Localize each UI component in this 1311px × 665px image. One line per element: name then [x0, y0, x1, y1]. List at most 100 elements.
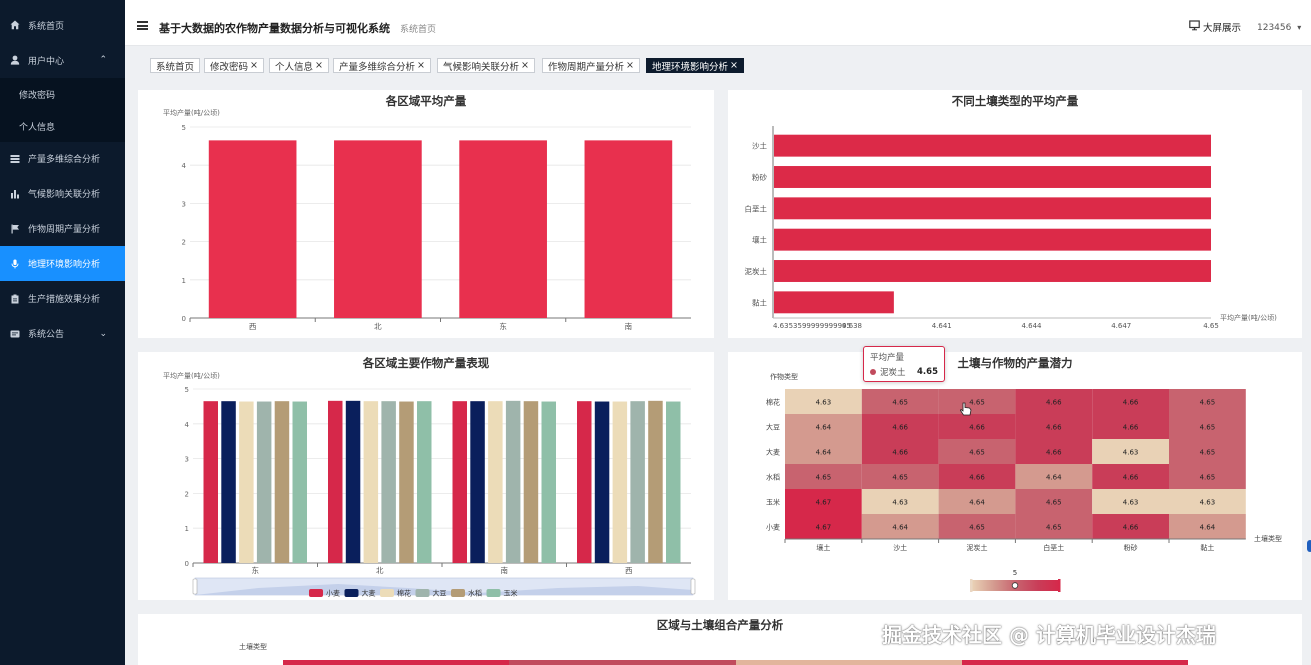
legend-swatch-玉米 [486, 589, 501, 597]
visual-map-indicator [1011, 582, 1019, 589]
cell-value: 4.66 [1046, 449, 1062, 457]
cell-value: 4.67 [816, 499, 832, 507]
y-tick-label: 水稻 [766, 473, 780, 482]
tab-home[interactable]: 系统首页 [150, 58, 201, 73]
tab-geo-analysis[interactable]: 地理环境影响分析 × [646, 58, 744, 73]
sidebar-item-label: 气候影响关联分析 [28, 190, 101, 200]
sidebar-item-label: 系统首页 [28, 21, 65, 32]
x-tick-label: 4.641 [932, 322, 952, 330]
x-tick-label: 4.65 [1203, 322, 1219, 330]
bar-南 [584, 140, 673, 318]
close-icon[interactable]: × [626, 60, 634, 71]
sidebar-item-label: 个人信息 [19, 122, 56, 133]
bar-东-大麦 [221, 401, 236, 563]
legend-label: 大麦 [362, 589, 376, 598]
breadcrumb[interactable]: 系统首页 [400, 22, 436, 35]
close-icon[interactable]: × [315, 60, 323, 71]
sidebar-item-notice[interactable]: 系统公告 ⌄ [0, 316, 125, 351]
region-avg-yield-chart: 平均产量(吨/公顷) 0 1 2 3 4 5 西 北 东 南 [163, 108, 691, 331]
tab-multi-analysis[interactable]: 产量多维综合分析 × [333, 58, 431, 73]
close-icon[interactable]: × [417, 60, 425, 71]
tab-label: 修改密码 [210, 61, 249, 73]
user-menu[interactable]: 123456 ▾ [1257, 23, 1301, 33]
sidebar: 系统首页 用户中心 ⌃ 修改密码 个人信息 产量多维综合分析 气候影响关联分析 … [0, 0, 125, 665]
sidebar-item-label: 修改密码 [19, 90, 56, 101]
microphone-icon [9, 258, 20, 269]
close-icon[interactable]: × [521, 60, 529, 71]
visual-map: 5 [970, 569, 1061, 592]
y-tick-label: 棉花 [766, 398, 780, 407]
bar-西-大麦 [594, 401, 610, 563]
x-tick-label: 泥炭土 [967, 543, 988, 552]
legend-swatch-水稻 [451, 589, 465, 597]
sidebar-item-production-analysis[interactable]: 生产措施效果分析 [0, 281, 125, 316]
cell-value: 4.65 [1200, 474, 1216, 482]
legend-swatch-小麦 [309, 589, 323, 597]
sidebar-item-home[interactable]: 系统首页 [0, 8, 125, 42]
menu-toggle-icon[interactable] [137, 21, 148, 30]
y-tick-label: 1 [182, 277, 186, 285]
cell-value: 4.64 [892, 524, 908, 532]
cell-value: 4.66 [1123, 474, 1139, 482]
sidebar-item-climate-analysis[interactable]: 气候影响关联分析 [0, 176, 125, 211]
bar-北-棉花 [363, 401, 379, 563]
caret-down-icon: ▾ [1297, 23, 1302, 32]
cell-value: 4.64 [816, 449, 832, 457]
sidebar-item-label: 系统公告 [28, 330, 65, 340]
visual-map-value: 5 [1013, 569, 1017, 577]
sidebar-item-geo-analysis[interactable]: 地理环境影响分析 [0, 246, 125, 281]
sidebar-item-profile[interactable]: 个人信息 [0, 110, 125, 142]
bar-东 [459, 140, 547, 318]
layers-icon [9, 153, 20, 164]
sidebar-item-label: 用户中心 [28, 56, 65, 67]
close-icon[interactable]: × [730, 60, 738, 71]
tab-label: 个人信息 [275, 61, 314, 73]
tab-label: 地理环境影响分析 [652, 61, 729, 73]
bar-东-大豆 [256, 401, 272, 563]
chevron-down-icon: ⌄ [99, 328, 107, 339]
sidebar-item-multi-analysis[interactable]: 产量多维综合分析 [0, 141, 125, 176]
x-tick-label: 沙土 [893, 543, 907, 552]
bar-西 [208, 140, 297, 318]
y-axis-label: 作物类型 [770, 372, 798, 381]
y-tick-label: 5 [182, 124, 186, 132]
soil-avg-yield-chart: 平均产量(吨/公顷) 4.63535999999999954.638 4.641 4… [745, 126, 1277, 330]
flag-icon [9, 223, 20, 234]
tab-crop-cycle-analysis[interactable]: 作物周期产量分析 × [542, 58, 640, 73]
bar-北 [334, 140, 422, 318]
cell-value: 4.63 [1123, 449, 1139, 457]
tab-label: 作物周期产量分析 [548, 61, 625, 73]
tab-climate-analysis[interactable]: 气候影响关联分析 × [437, 58, 535, 73]
scroll-handle[interactable] [1307, 540, 1311, 552]
cell-value: 4.65 [816, 474, 832, 482]
tab-label: 气候影响关联分析 [443, 61, 520, 73]
x-tick-label: 壤土 [816, 543, 830, 552]
tags-bar: 系统首页 修改密码 × 个人信息 × 产量多维综合分析 × 气候影响关联分析 × 作物周… [125, 46, 1311, 86]
bar-西-大豆 [630, 401, 645, 563]
big-screen-button[interactable]: 大屏展示 [1189, 20, 1241, 34]
sidebar-item-label: 作物周期产量分析 [28, 225, 101, 235]
cell-value: 4.65 [969, 524, 985, 532]
x-axis-label: 平均产量(吨/公顷) [1220, 313, 1277, 322]
sidebar-item-user-center[interactable]: 用户中心 ⌃ [0, 43, 125, 77]
bar-粉砂 [774, 166, 1211, 188]
sidebar-item-crop-cycle-analysis[interactable]: 作物周期产量分析 [0, 211, 125, 246]
sidebar-item-change-password[interactable]: 修改密码 [0, 78, 125, 110]
y-tick-label: 4 [185, 421, 190, 429]
heatmap-strip [283, 660, 1188, 665]
cell-value: 4.66 [969, 424, 985, 432]
cell-value: 4.63 [1200, 499, 1216, 507]
close-icon[interactable]: × [250, 60, 258, 71]
cell-value: 4.66 [1123, 424, 1139, 432]
y-tick-label: 白垩土 [745, 203, 768, 213]
soil-crop-potential-heatmap: 作物类型 土壤类型 棉花 4.63 4.65 4.65 4.66 4.66 4.65 大豆 4.… [766, 372, 1282, 592]
y-tick-label: 玉米 [766, 498, 780, 507]
tab-change-password[interactable]: 修改密码 × [204, 58, 264, 73]
y-axis-label: 土壤类型 [239, 643, 267, 651]
y-tick-label: 2 [185, 490, 189, 498]
cell-value: 4.67 [816, 524, 832, 532]
bar-黏土 [774, 291, 894, 314]
cell-value: 4.63 [892, 499, 908, 507]
bar-北-水稻 [399, 401, 414, 563]
tab-profile[interactable]: 个人信息 × [269, 58, 329, 73]
